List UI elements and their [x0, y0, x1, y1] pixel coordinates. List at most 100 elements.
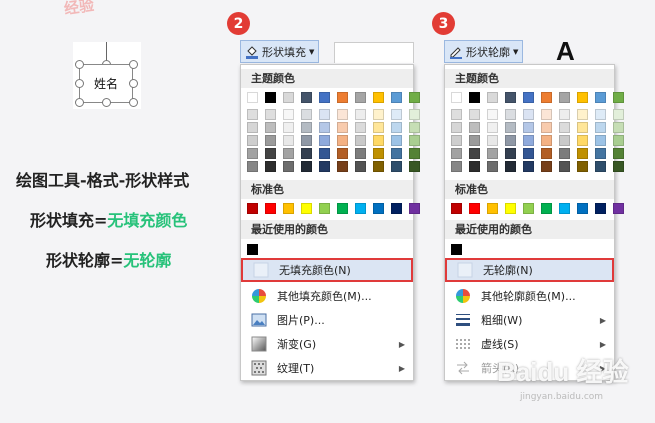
- color-swatch[interactable]: [337, 135, 348, 146]
- color-swatch[interactable]: [409, 135, 420, 146]
- color-swatch[interactable]: [409, 203, 420, 214]
- shape-outline-button[interactable]: 形状轮廓 ▼: [444, 40, 524, 63]
- color-swatch[interactable]: [451, 109, 462, 120]
- color-swatch[interactable]: [523, 135, 534, 146]
- color-swatch[interactable]: [595, 92, 606, 103]
- color-swatch[interactable]: [247, 92, 258, 103]
- color-swatch[interactable]: [523, 203, 534, 214]
- color-swatch[interactable]: [613, 135, 624, 146]
- color-swatch[interactable]: [283, 122, 294, 133]
- color-swatch[interactable]: [469, 203, 480, 214]
- color-swatch[interactable]: [283, 203, 294, 214]
- color-swatch[interactable]: [595, 203, 606, 214]
- color-swatch[interactable]: [409, 92, 420, 103]
- color-swatch[interactable]: [391, 109, 402, 120]
- color-swatch[interactable]: [505, 203, 516, 214]
- color-swatch[interactable]: [301, 161, 312, 172]
- color-swatch[interactable]: [559, 203, 570, 214]
- more-fill-colors-item[interactable]: 其他填充颜色(M)...: [241, 284, 413, 308]
- color-swatch[interactable]: [247, 148, 258, 159]
- color-swatch[interactable]: [505, 135, 516, 146]
- color-swatch[interactable]: [523, 92, 534, 103]
- color-swatch[interactable]: [487, 203, 498, 214]
- more-outline-colors-item[interactable]: 其他轮廓颜色(M)...: [445, 284, 614, 308]
- color-swatch[interactable]: [391, 92, 402, 103]
- color-swatch[interactable]: [505, 109, 516, 120]
- line-weight-item[interactable]: 粗细(W) ▶: [445, 308, 614, 332]
- color-swatch[interactable]: [451, 92, 462, 103]
- color-swatch[interactable]: [523, 122, 534, 133]
- color-swatch[interactable]: [505, 122, 516, 133]
- color-swatch[interactable]: [319, 109, 330, 120]
- color-swatch[interactable]: [613, 109, 624, 120]
- color-swatch[interactable]: [319, 122, 330, 133]
- color-swatch[interactable]: [355, 135, 366, 146]
- color-swatch[interactable]: [283, 92, 294, 103]
- color-swatch[interactable]: [283, 148, 294, 159]
- color-swatch[interactable]: [487, 109, 498, 120]
- color-swatch[interactable]: [559, 135, 570, 146]
- color-swatch[interactable]: [595, 109, 606, 120]
- no-fill-item[interactable]: 无填充颜色(N): [241, 258, 413, 282]
- color-swatch[interactable]: [373, 203, 384, 214]
- color-swatch[interactable]: [541, 203, 552, 214]
- color-swatch[interactable]: [355, 203, 366, 214]
- color-swatch[interactable]: [577, 161, 588, 172]
- no-outline-item[interactable]: 无轮廓(N): [445, 258, 614, 282]
- color-swatch[interactable]: [373, 109, 384, 120]
- color-swatch[interactable]: [595, 161, 606, 172]
- color-swatch[interactable]: [451, 203, 462, 214]
- color-swatch[interactable]: [505, 92, 516, 103]
- color-swatch[interactable]: [541, 122, 552, 133]
- color-swatch[interactable]: [391, 122, 402, 133]
- color-swatch[interactable]: [559, 148, 570, 159]
- color-swatch[interactable]: [247, 203, 258, 214]
- color-swatch[interactable]: [613, 148, 624, 159]
- color-swatch[interactable]: [301, 92, 312, 103]
- color-swatch[interactable]: [355, 92, 366, 103]
- color-swatch[interactable]: [319, 92, 330, 103]
- color-swatch[interactable]: [319, 148, 330, 159]
- color-swatch[interactable]: [355, 161, 366, 172]
- color-swatch[interactable]: [613, 122, 624, 133]
- color-swatch[interactable]: [337, 92, 348, 103]
- color-swatch[interactable]: [469, 109, 480, 120]
- color-swatch[interactable]: [409, 109, 420, 120]
- color-swatch[interactable]: [373, 148, 384, 159]
- color-swatch[interactable]: [487, 161, 498, 172]
- color-swatch[interactable]: [283, 161, 294, 172]
- color-swatch[interactable]: [541, 148, 552, 159]
- color-swatch[interactable]: [391, 161, 402, 172]
- color-swatch[interactable]: [319, 203, 330, 214]
- color-swatch[interactable]: [541, 92, 552, 103]
- color-swatch[interactable]: [469, 135, 480, 146]
- color-swatch[interactable]: [487, 92, 498, 103]
- color-swatch[interactable]: [319, 161, 330, 172]
- color-swatch[interactable]: [541, 109, 552, 120]
- color-swatch[interactable]: [487, 135, 498, 146]
- color-swatch[interactable]: [301, 122, 312, 133]
- color-swatch[interactable]: [487, 122, 498, 133]
- recent-color-swatch[interactable]: [451, 244, 462, 255]
- color-swatch[interactable]: [559, 92, 570, 103]
- color-swatch[interactable]: [337, 148, 348, 159]
- color-swatch[interactable]: [451, 161, 462, 172]
- recent-color-swatch[interactable]: [247, 244, 258, 255]
- color-swatch[interactable]: [301, 148, 312, 159]
- color-swatch[interactable]: [451, 148, 462, 159]
- color-swatch[interactable]: [373, 122, 384, 133]
- color-swatch[interactable]: [577, 203, 588, 214]
- color-swatch[interactable]: [301, 203, 312, 214]
- color-swatch[interactable]: [409, 122, 420, 133]
- color-swatch[interactable]: [595, 122, 606, 133]
- color-swatch[interactable]: [595, 148, 606, 159]
- color-swatch[interactable]: [247, 122, 258, 133]
- color-swatch[interactable]: [265, 92, 276, 103]
- color-swatch[interactable]: [577, 148, 588, 159]
- color-swatch[interactable]: [409, 148, 420, 159]
- picture-fill-item[interactable]: 图片(P)...: [241, 308, 413, 332]
- color-swatch[interactable]: [613, 92, 624, 103]
- color-swatch[interactable]: [373, 92, 384, 103]
- color-swatch[interactable]: [559, 161, 570, 172]
- color-swatch[interactable]: [559, 122, 570, 133]
